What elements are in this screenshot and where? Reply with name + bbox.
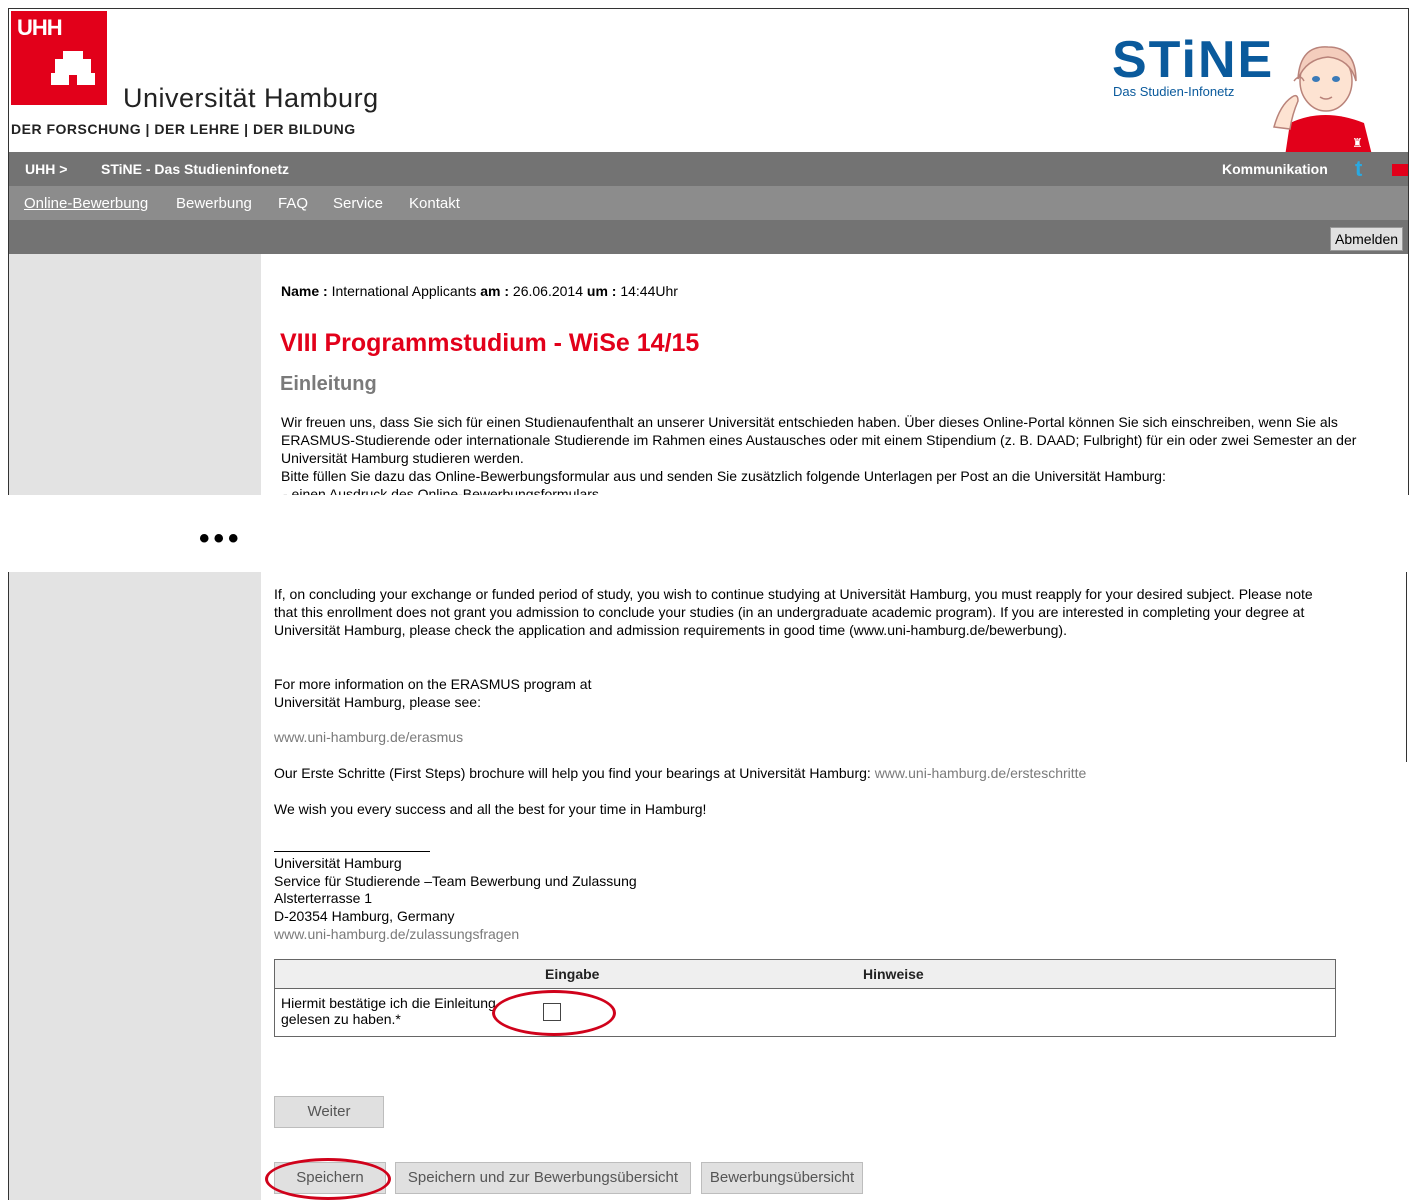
applicant-info: Name : International Applicants am : 26.…: [281, 283, 678, 299]
more-info-line-2: Universität Hamburg, please see:: [274, 694, 481, 710]
time-label: um :: [586, 283, 617, 299]
stine-logo[interactable]: STiNE: [1112, 34, 1274, 86]
logout-button[interactable]: Abmelden: [1330, 227, 1404, 251]
intro-paragraph: Wir freuen uns, dass Sie sich für einen …: [281, 413, 1361, 495]
confirm-label: Hiermit bestätige ich die Einleitung gel…: [281, 995, 496, 1027]
twitter-icon[interactable]: t: [1355, 158, 1371, 180]
uhh-logo[interactable]: UHH: [11, 11, 107, 105]
date-value: 26.06.2014: [512, 283, 583, 299]
nav-kontakt[interactable]: Kontakt: [409, 195, 460, 212]
wish-text: We wish you every success and all the be…: [274, 801, 707, 817]
mail-icon[interactable]: [1392, 164, 1408, 176]
weiter-button[interactable]: Weiter: [274, 1096, 384, 1128]
intro-text-1: Wir freuen uns, dass Sie sich für einen …: [281, 414, 1357, 466]
first-steps-paragraph: Our Erste Schritte (First Steps) brochur…: [274, 764, 1334, 782]
confirmation-table: Eingabe Hinweise Hiermit bestätige ich d…: [274, 959, 1336, 1037]
column-header-input: Eingabe: [545, 966, 600, 982]
uhh-logo-text: UHH: [17, 15, 63, 40]
svg-text:♜: ♜: [1352, 136, 1363, 150]
intro-text-3: - einen Ausdruck des Online-Bewerbungsfo…: [283, 486, 599, 495]
signature-line-1: Universität Hamburg: [274, 855, 402, 871]
intro-text-2: Bitte füllen Sie dazu das Online-Bewerbu…: [281, 468, 1166, 484]
stine-subtitle: Das Studien-Infonetz: [1113, 84, 1235, 99]
time-value: 14:44Uhr: [620, 283, 678, 299]
signature-line-3: Alsterterrasse 1: [274, 890, 373, 906]
table-header: Eingabe Hinweise: [275, 960, 1335, 989]
left-sidebar: [9, 254, 261, 495]
nav-bewerbung[interactable]: Bewerbung: [176, 195, 252, 212]
top-bar: UHH > STiNE - Das Studieninfonetz Kommun…: [9, 152, 1408, 186]
reapply-paragraph: If, on concluding your exchange or funde…: [274, 586, 1313, 638]
save-highlight: [265, 1158, 391, 1200]
date-label: am :: [480, 283, 510, 299]
page-title: VIII Programmstudium - WiSe 14/15: [280, 329, 700, 357]
main-nav: Online-Bewerbung Bewerbung FAQ Service K…: [9, 186, 1408, 220]
university-name: Universität Hamburg: [123, 83, 379, 113]
omission-marker: •••: [199, 522, 243, 555]
breadcrumb-stine[interactable]: STiNE - Das Studieninfonetz: [101, 161, 289, 177]
zulassungsfragen-link[interactable]: www.uni-hamburg.de/zulassungsfragen: [274, 925, 1334, 943]
left-sidebar-lower: [9, 572, 261, 1200]
checkbox-highlight: [492, 990, 616, 1036]
university-tagline: DER FORSCHUNG | DER LEHRE | DER BILDUNG: [11, 121, 356, 137]
page-top-frame: UHH Universität Hamburg DER FORSCHUNG | …: [8, 8, 1409, 495]
more-info-line-1: For more information on the ERASMUS prog…: [274, 676, 592, 692]
page-bottom-frame: If, on concluding your exchange or funde…: [8, 572, 1408, 1200]
nav-online-bewerbung[interactable]: Online-Bewerbung: [24, 195, 148, 212]
castle-icon: [49, 47, 97, 93]
overview-button[interactable]: Bewerbungsübersicht: [701, 1162, 863, 1194]
signature-line-4: D-20354 Hamburg, Germany: [274, 908, 455, 924]
section-heading: Einleitung: [280, 373, 377, 395]
name-label: Name :: [281, 283, 328, 299]
frame-border: [1406, 572, 1407, 762]
sub-bar: Abmelden: [9, 220, 1408, 254]
stine-mascot-icon: ♜: [1264, 35, 1384, 163]
column-header-notes: Hinweise: [863, 966, 924, 982]
erasmus-link[interactable]: www.uni-hamburg.de/erasmus: [274, 728, 1334, 746]
kommunikation-link[interactable]: Kommunikation: [1222, 161, 1328, 177]
save-and-overview-button[interactable]: Speichern und zur Bewerbungsübersicht: [395, 1162, 691, 1194]
name-value: International Applicants: [331, 283, 477, 299]
nav-faq[interactable]: FAQ: [278, 195, 308, 212]
signature-line-2: Service für Studierende –Team Bewerbung …: [274, 873, 637, 889]
signature-divider: [274, 851, 430, 852]
nav-service[interactable]: Service: [333, 195, 383, 212]
first-steps-text: Our Erste Schritte (First Steps) brochur…: [274, 765, 871, 781]
breadcrumb-uhh[interactable]: UHH >: [25, 161, 67, 177]
first-steps-link[interactable]: www.uni-hamburg.de/ersteschritte: [875, 765, 1087, 781]
